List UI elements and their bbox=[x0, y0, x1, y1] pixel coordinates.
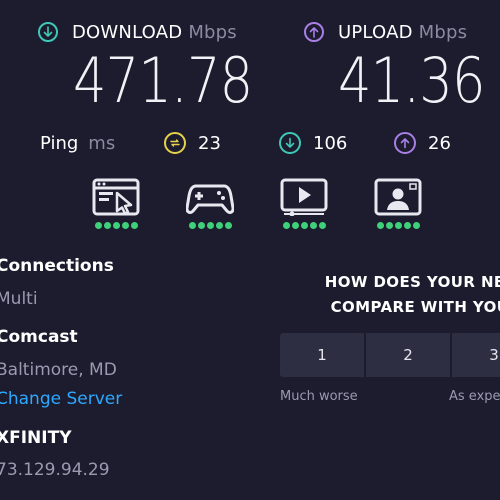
download-header: DOWNLOAD Mbps bbox=[38, 18, 237, 46]
browser-cursor-icon bbox=[92, 178, 140, 216]
upload-speed-value: 41.36 bbox=[338, 44, 485, 117]
isp-name: XFINITY bbox=[0, 428, 72, 448]
provider-name: Comcast bbox=[0, 327, 78, 347]
ping-label-group: Ping ms bbox=[40, 130, 115, 156]
compare-question: HOW DOES YOUR NET COMPARE WITH YOU bbox=[300, 270, 500, 320]
compare-question-line2: COMPARE WITH YOU bbox=[330, 298, 500, 316]
ping-label: Ping bbox=[40, 132, 79, 154]
idle-latency-icon bbox=[164, 132, 186, 154]
video-call-icon bbox=[374, 178, 422, 216]
quality-dot bbox=[403, 222, 411, 229]
connections-value: Multi bbox=[0, 289, 38, 309]
rating-high-label: As expe bbox=[449, 389, 500, 404]
quality-dot bbox=[318, 222, 326, 229]
download-label: DOWNLOAD bbox=[72, 21, 183, 43]
quality-dot bbox=[130, 222, 138, 229]
server-location: Baltimore, MD bbox=[0, 360, 117, 380]
quality-dot bbox=[112, 222, 120, 229]
quality-dot bbox=[121, 222, 129, 229]
download-speed-value: 471.78 bbox=[73, 44, 253, 117]
download-unit: Mbps bbox=[188, 21, 237, 43]
quality-dot bbox=[206, 222, 214, 229]
rating-option-3[interactable]: 3 bbox=[452, 333, 500, 377]
quality-dot bbox=[224, 222, 232, 229]
upload-label: UPLOAD bbox=[338, 21, 413, 43]
arrow-up-circle-icon bbox=[394, 132, 416, 154]
ping-upload-value: 26 bbox=[428, 132, 451, 154]
rating-low-label: Much worse bbox=[280, 389, 358, 404]
quality-dot bbox=[215, 222, 223, 229]
change-server-link[interactable]: Change Server bbox=[0, 389, 122, 409]
app-streaming[interactable] bbox=[278, 178, 330, 233]
ping-upload-stat: 26 bbox=[394, 130, 451, 156]
quality-dot bbox=[309, 222, 317, 229]
quality-dots bbox=[94, 222, 138, 229]
quality-dot bbox=[376, 222, 384, 229]
quality-dot bbox=[412, 222, 420, 229]
quality-dot bbox=[282, 222, 290, 229]
ping-download-value: 106 bbox=[313, 132, 348, 154]
upload-header: UPLOAD Mbps bbox=[304, 18, 467, 46]
quality-dots bbox=[376, 222, 420, 229]
video-play-icon bbox=[280, 178, 328, 216]
quality-dot bbox=[394, 222, 402, 229]
ping-unit: ms bbox=[88, 132, 116, 154]
arrow-down-circle-icon bbox=[38, 22, 58, 42]
connections-label: Connections bbox=[0, 256, 114, 276]
rating-option-1[interactable]: 1 bbox=[280, 333, 364, 377]
ping-idle-stat: 23 bbox=[164, 130, 221, 156]
ping-idle-value: 23 bbox=[198, 132, 221, 154]
quality-dot bbox=[94, 222, 102, 229]
speedtest-results: DOWNLOAD Mbps 471.78 UPLOAD Mbps 41.36 P… bbox=[0, 0, 500, 500]
ping-download-stat: 106 bbox=[279, 130, 347, 156]
quality-dot bbox=[300, 222, 308, 229]
ip-address: 73.129.94.29 bbox=[0, 460, 110, 480]
app-gaming[interactable] bbox=[184, 178, 236, 233]
compare-question-line1: HOW DOES YOUR NET bbox=[324, 273, 500, 291]
quality-dot bbox=[188, 222, 196, 229]
app-quality-row bbox=[90, 178, 430, 233]
gamepad-icon bbox=[186, 184, 234, 214]
arrow-up-circle-icon bbox=[304, 22, 324, 42]
quality-dots bbox=[282, 222, 326, 229]
rating-scale: 1 2 3 bbox=[280, 333, 500, 377]
upload-unit: Mbps bbox=[418, 21, 468, 43]
arrow-down-circle-icon bbox=[279, 132, 301, 154]
quality-dot bbox=[291, 222, 299, 229]
quality-dot bbox=[385, 222, 393, 229]
rating-option-2[interactable]: 2 bbox=[366, 333, 450, 377]
app-video-chat[interactable] bbox=[372, 178, 424, 233]
quality-dot bbox=[103, 222, 111, 229]
app-browsing[interactable] bbox=[90, 178, 142, 233]
quality-dots bbox=[188, 222, 232, 229]
quality-dot bbox=[197, 222, 205, 229]
